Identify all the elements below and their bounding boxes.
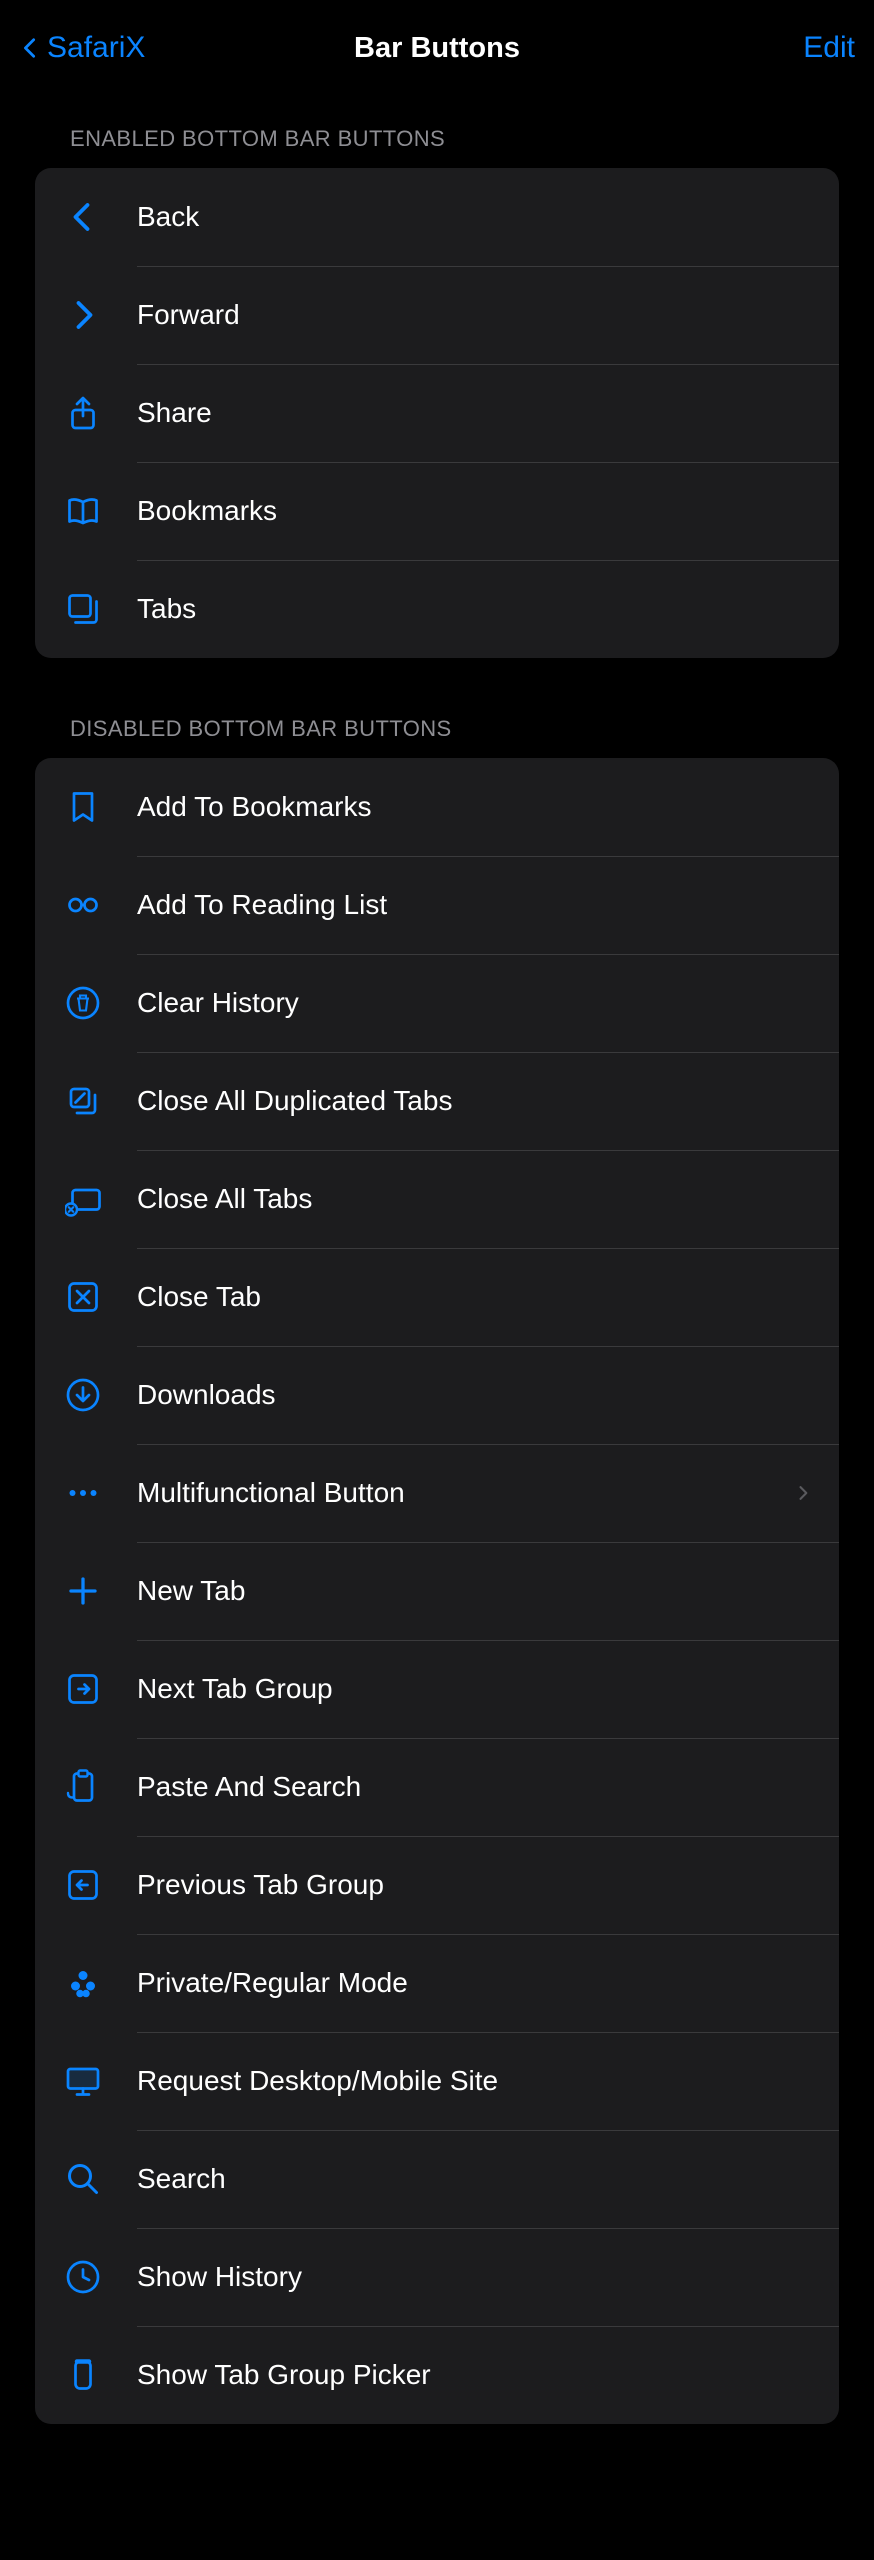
search-icon (63, 2159, 103, 2199)
enabled-section-header: ENABLED BOTTOM BAR BUTTONS (0, 96, 874, 168)
prev-group-icon (63, 1865, 103, 1905)
chevron-right-icon (63, 295, 103, 335)
list-item[interactable]: Show History (35, 2228, 839, 2326)
list-item-label: Close All Duplicated Tabs (137, 1085, 813, 1117)
list-item[interactable]: Tabs (35, 560, 839, 658)
list-item[interactable]: Close All Tabs (35, 1150, 839, 1248)
list-item-label: Paste And Search (137, 1771, 813, 1803)
list-item-label: Clear History (137, 987, 813, 1019)
list-item[interactable]: Previous Tab Group (35, 1836, 839, 1934)
bookmark-icon (63, 787, 103, 827)
close-dup-tabs-icon (63, 1081, 103, 1121)
list-item[interactable]: Clear History (35, 954, 839, 1052)
list-item-label: Bookmarks (137, 495, 813, 527)
list-item[interactable]: Paste And Search (35, 1738, 839, 1836)
page-title: Bar Buttons (354, 32, 520, 65)
disabled-section: Add To Bookmarks Add To Reading List Clear… (35, 758, 839, 2424)
list-item[interactable]: Add To Bookmarks (35, 758, 839, 856)
plus-icon (63, 1571, 103, 1611)
list-item[interactable]: New Tab (35, 1542, 839, 1640)
book-icon (63, 491, 103, 531)
back-label: SafariX (47, 31, 145, 65)
list-item[interactable]: Forward (35, 266, 839, 364)
list-item-label: Multifunctional Button (137, 1477, 793, 1509)
close-all-tabs-icon (63, 1179, 103, 1219)
paste-search-icon (63, 1767, 103, 1807)
list-item-label: Share (137, 397, 813, 429)
list-item-label: Back (137, 201, 813, 233)
list-item-label: Add To Bookmarks (137, 791, 813, 823)
glasses-icon (63, 885, 103, 925)
list-item-label: Previous Tab Group (137, 1869, 813, 1901)
ellipsis-icon (63, 1473, 103, 1513)
list-item-label: New Tab (137, 1575, 813, 1607)
list-item[interactable]: Private/Regular Mode (35, 1934, 839, 2032)
list-item[interactable]: Back (35, 168, 839, 266)
disclosure-icon (793, 1480, 813, 1506)
back-chevron-icon (19, 31, 41, 65)
next-group-icon (63, 1669, 103, 1709)
list-item[interactable]: Show Tab Group Picker (35, 2326, 839, 2424)
enabled-section: Back Forward Share Bookmarks Tabs (35, 168, 839, 658)
list-item-label: Tabs (137, 593, 813, 625)
list-item[interactable]: Request Desktop/Mobile Site (35, 2032, 839, 2130)
list-item-label: Next Tab Group (137, 1673, 813, 1705)
close-tab-icon (63, 1277, 103, 1317)
list-item-label: Show Tab Group Picker (137, 2359, 813, 2391)
list-item-label: Show History (137, 2261, 813, 2293)
private-mode-icon (63, 1963, 103, 2003)
list-item-label: Close All Tabs (137, 1183, 813, 1215)
list-item[interactable]: Close Tab (35, 1248, 839, 1346)
trash-circle-icon (63, 983, 103, 1023)
list-item[interactable]: Next Tab Group (35, 1640, 839, 1738)
disabled-section-header: DISABLED BOTTOM BAR BUTTONS (0, 658, 874, 758)
list-item[interactable]: Share (35, 364, 839, 462)
chevron-left-icon (63, 197, 103, 237)
share-icon (63, 393, 103, 433)
list-item[interactable]: Downloads (35, 1346, 839, 1444)
list-item-label: Private/Regular Mode (137, 1967, 813, 1999)
back-button[interactable]: SafariX (19, 31, 145, 65)
tabs-icon (63, 589, 103, 629)
list-item-label: Downloads (137, 1379, 813, 1411)
list-item[interactable]: Close All Duplicated Tabs (35, 1052, 839, 1150)
list-item-label: Add To Reading List (137, 889, 813, 921)
list-item-label: Close Tab (137, 1281, 813, 1313)
clock-icon (63, 2257, 103, 2297)
list-item[interactable]: Bookmarks (35, 462, 839, 560)
edit-button[interactable]: Edit (803, 31, 855, 65)
list-item[interactable]: Search (35, 2130, 839, 2228)
list-item-label: Search (137, 2163, 813, 2195)
list-item[interactable]: Add To Reading List (35, 856, 839, 954)
tab-group-picker-icon (63, 2355, 103, 2395)
list-item[interactable]: Multifunctional Button (35, 1444, 839, 1542)
list-item-label: Forward (137, 299, 813, 331)
download-circle-icon (63, 1375, 103, 1415)
nav-header: SafariX Bar Buttons Edit (0, 0, 874, 96)
list-item-label: Request Desktop/Mobile Site (137, 2065, 813, 2097)
desktop-icon (63, 2061, 103, 2101)
